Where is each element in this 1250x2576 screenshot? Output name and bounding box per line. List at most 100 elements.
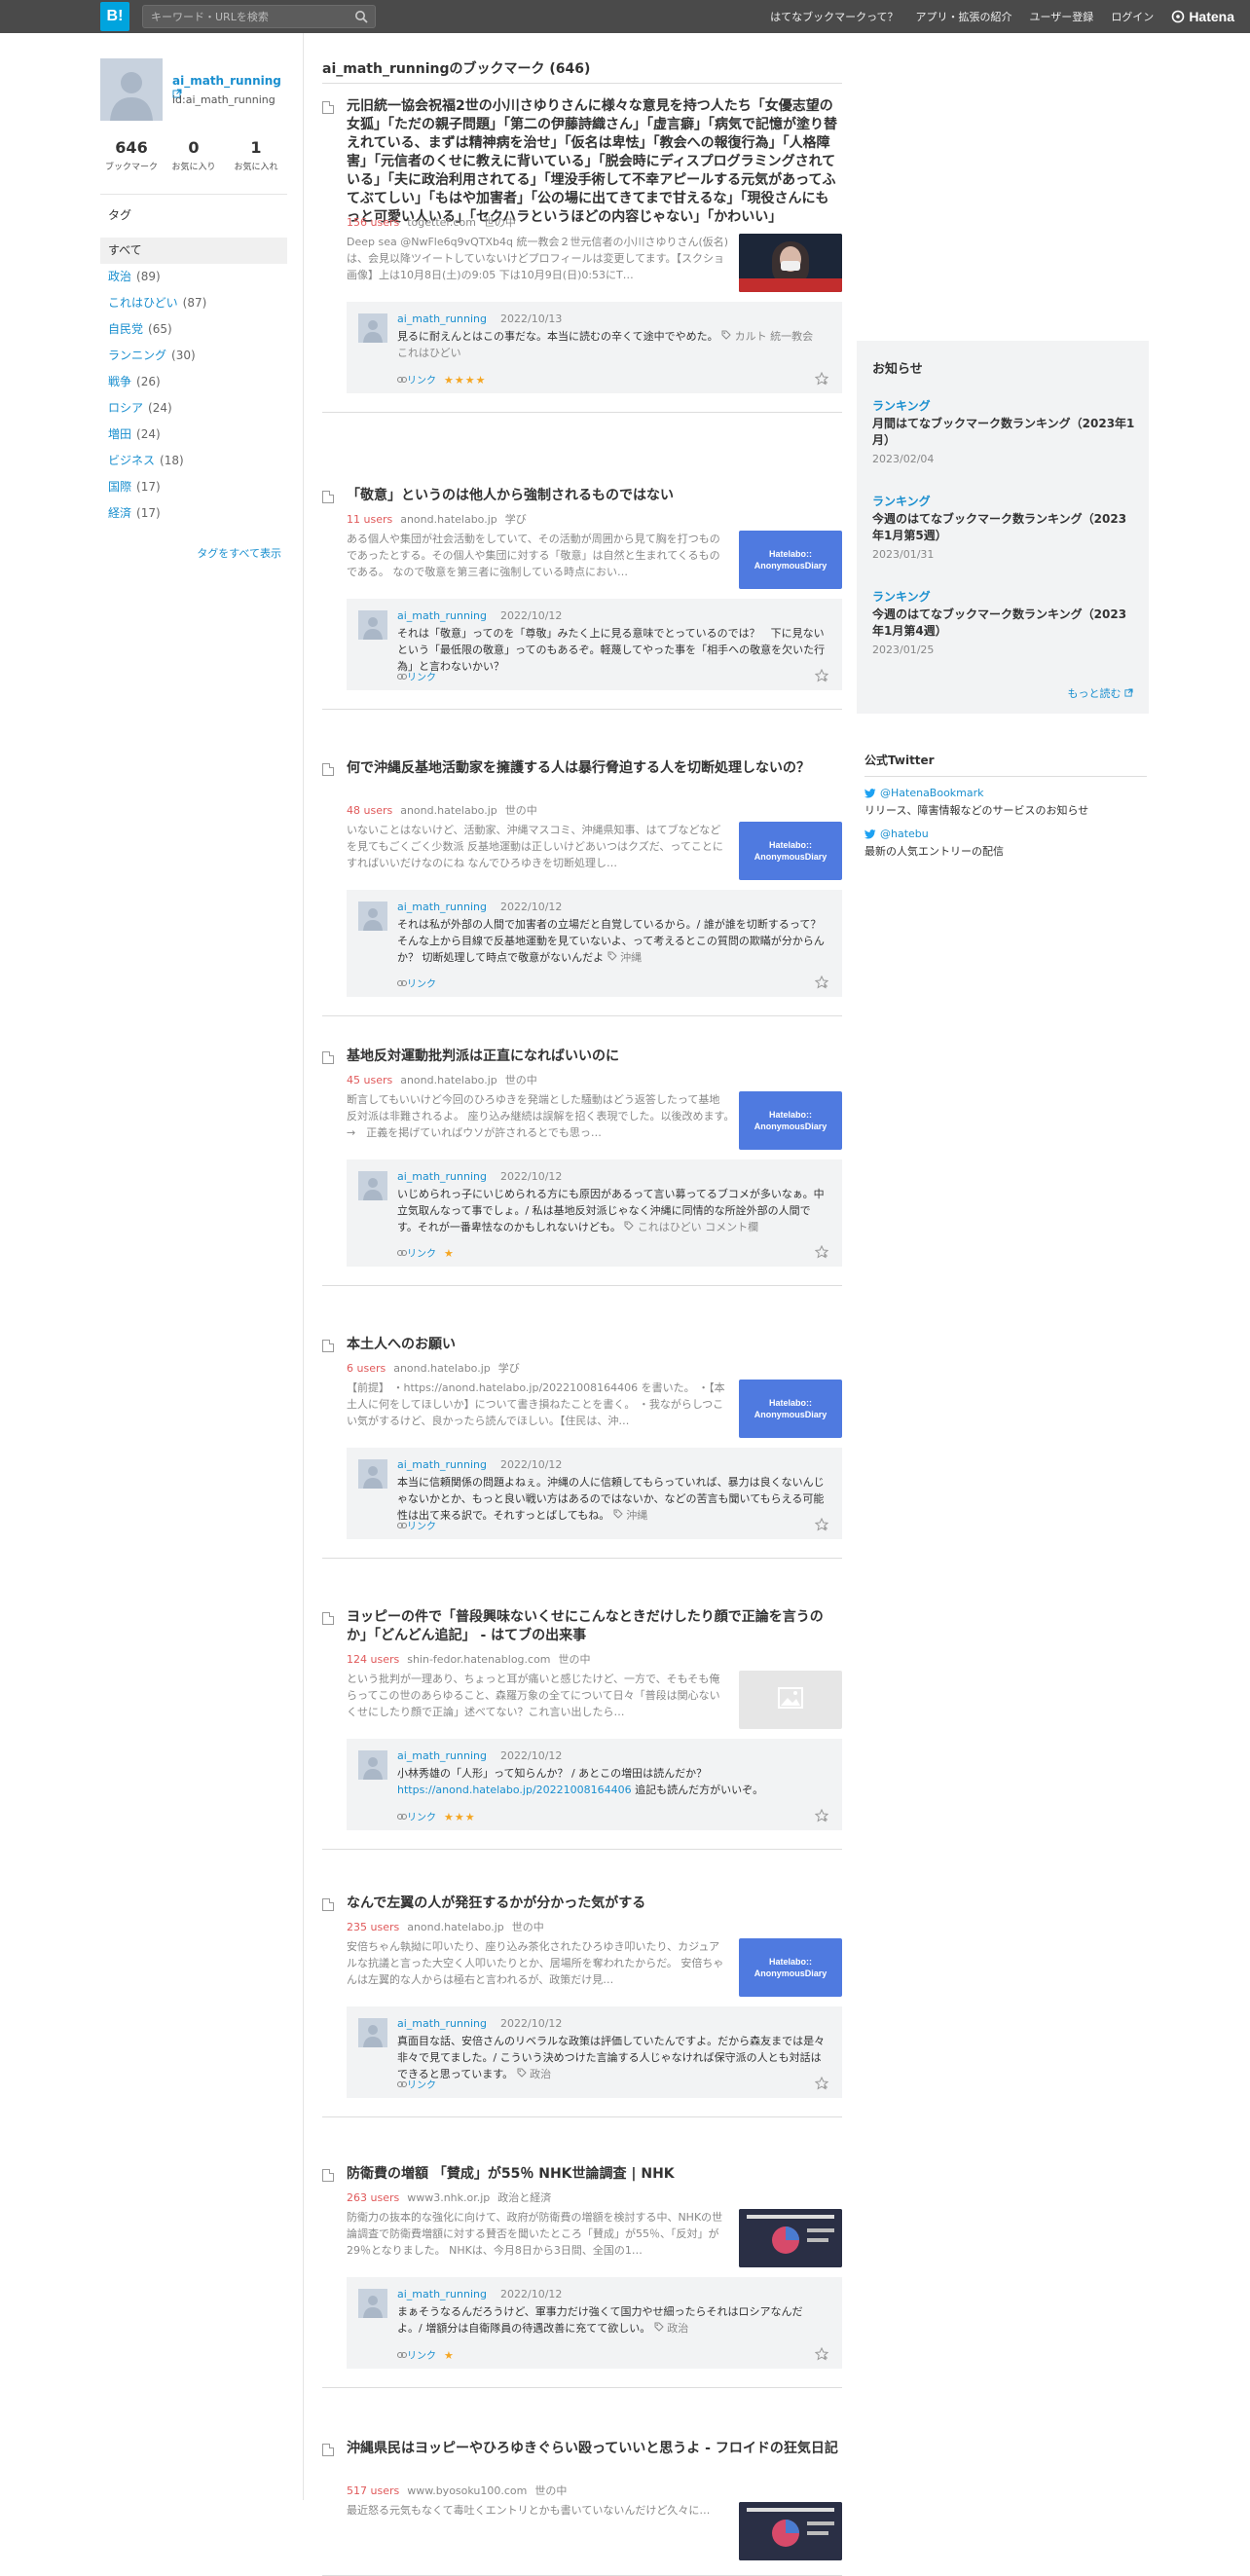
tag-item[interactable]: 国際 (17) <box>100 474 287 500</box>
tag-item[interactable]: ビジネス (18) <box>100 448 287 474</box>
comment-date[interactable]: 2022/10/13 <box>500 313 562 325</box>
commenter-avatar[interactable] <box>358 2018 387 2047</box>
search-box[interactable] <box>142 5 376 28</box>
entry-domain[interactable]: anond.hatelabo.jp <box>393 1362 491 1375</box>
comment-date[interactable]: 2022/10/12 <box>500 1170 562 1183</box>
commenter-name[interactable]: ai_math_running <box>397 2288 487 2300</box>
entry-domain[interactable]: shin-fedor.hatenablog.com <box>407 1653 550 1666</box>
comment-tags[interactable]: 沖縄 <box>613 1509 647 1522</box>
entry-thumbnail[interactable]: Hatelabo:: AnonymousDiary <box>739 1938 842 1997</box>
show-all-tags-link[interactable]: タグをすべて表示 <box>197 545 281 561</box>
entry-thumbnail[interactable] <box>739 2502 842 2560</box>
stat-bookmarks[interactable]: 646 ブックマーク <box>100 136 163 172</box>
notice-category[interactable]: ランキング <box>872 588 1135 605</box>
entry-users-count[interactable]: 11 users <box>347 513 392 526</box>
entry-thumbnail[interactable] <box>739 2209 842 2267</box>
commenter-name[interactable]: ai_math_running <box>397 901 487 913</box>
comment-permalink[interactable]: リンク <box>397 979 436 990</box>
commenter-name[interactable]: ai_math_running <box>397 1749 487 1762</box>
entry-title-link[interactable]: ヨッピーの件で「普段興味ないくせにこんなときだけしたり顔で正論を言うのか」「どん… <box>347 1608 842 1645</box>
notice-category[interactable]: ランキング <box>872 397 1135 414</box>
star-rating[interactable]: ★★★★ <box>444 374 486 386</box>
tag-item[interactable]: 政治 (89) <box>100 264 287 290</box>
tag-item[interactable]: 経済 (17) <box>100 500 287 527</box>
comment-permalink[interactable]: リンク <box>397 1522 436 1532</box>
entry-category[interactable]: 学び <box>505 513 527 526</box>
entry-thumbnail[interactable]: Hatelabo:: AnonymousDiary <box>739 822 842 880</box>
entry-category[interactable]: 世の中 <box>512 1921 544 1933</box>
comment-date[interactable]: 2022/10/12 <box>500 901 562 913</box>
nav-login[interactable]: ログイン <box>1111 9 1154 24</box>
tag-name[interactable]: 経済 <box>108 506 131 520</box>
tag-name[interactable]: ビジネス <box>108 454 155 467</box>
tag-name[interactable]: ランニング <box>108 349 166 362</box>
entry-users-count[interactable]: 6 users <box>347 1362 386 1375</box>
entry-category[interactable]: 世の中 <box>534 2484 567 2497</box>
entry-category[interactable]: 世の中 <box>484 216 516 229</box>
notice-title[interactable]: 今週のはてなブックマーク数ランキング（2023年1月第4週） <box>872 607 1135 640</box>
search-icon[interactable] <box>354 10 368 23</box>
nav-apps[interactable]: アプリ・拡張の紹介 <box>916 9 1012 24</box>
tag-name[interactable]: 増田 <box>108 427 131 441</box>
hatebu-logo[interactable]: B! <box>100 2 129 31</box>
hatena-brand-link[interactable]: Hatena <box>1171 9 1234 24</box>
add-star-icon[interactable] <box>815 2077 828 2090</box>
comment-tags[interactable]: 政治 <box>517 2068 551 2080</box>
entry-users-count[interactable]: 45 users <box>347 1074 392 1086</box>
tag-item[interactable]: 自民党 (65) <box>100 316 287 343</box>
commenter-name[interactable]: ai_math_running <box>397 609 487 622</box>
read-more-link[interactable]: もっと読む <box>1068 685 1134 701</box>
entry-title-link[interactable]: 本土人へのお願い <box>347 1336 842 1354</box>
add-star-icon[interactable] <box>815 975 828 989</box>
add-star-icon[interactable] <box>815 372 828 386</box>
tag-all[interactable]: すべて <box>100 238 287 264</box>
commenter-avatar[interactable] <box>358 313 387 343</box>
avatar[interactable] <box>100 58 163 121</box>
entry-domain[interactable]: anond.hatelabo.jp <box>400 1074 497 1086</box>
twitter-account-link[interactable]: @hatebu <box>864 828 1147 840</box>
tag-item[interactable]: 増田 (24) <box>100 422 287 448</box>
comment-date[interactable]: 2022/10/12 <box>500 1749 562 1762</box>
comment-permalink[interactable]: リンク <box>397 673 436 683</box>
notice-item[interactable]: ランキング 今週のはてなブックマーク数ランキング（2023年1月第4週） 202… <box>872 588 1135 656</box>
add-star-icon[interactable] <box>815 1518 828 1531</box>
entry-users-count[interactable]: 124 users <box>347 1653 399 1666</box>
comment-tags[interactable]: 政治 <box>654 2322 688 2335</box>
entry-users-count[interactable]: 156 users <box>347 216 399 229</box>
star-rating[interactable]: ★ <box>444 1247 455 1260</box>
entry-title-link[interactable]: 「敬意」というのは他人から強制されるものではない <box>347 487 842 505</box>
commenter-avatar[interactable] <box>358 1459 387 1489</box>
tag-name[interactable]: 自民党 <box>108 322 143 336</box>
tag-name[interactable]: すべて <box>108 243 142 257</box>
tag-name[interactable]: 戦争 <box>108 375 131 388</box>
entry-users-count[interactable]: 517 users <box>347 2484 399 2497</box>
search-input[interactable] <box>151 9 346 24</box>
commenter-avatar[interactable] <box>358 902 387 931</box>
commenter-name[interactable]: ai_math_running <box>397 2017 487 2030</box>
add-star-icon[interactable] <box>815 669 828 682</box>
star-rating[interactable]: ★ <box>444 2349 455 2362</box>
entry-domain[interactable]: anond.hatelabo.jp <box>400 804 497 817</box>
entry-category[interactable]: 政治と経済 <box>497 2191 551 2204</box>
tag-item[interactable]: これはひどい (87) <box>100 290 287 316</box>
notice-item[interactable]: ランキング 今週のはてなブックマーク数ランキング（2023年1月第5週） 202… <box>872 493 1135 561</box>
comment-date[interactable]: 2022/10/12 <box>500 609 562 622</box>
comment-tags[interactable]: これはひどい コメント欄 <box>624 1221 758 1233</box>
add-star-icon[interactable] <box>815 2347 828 2361</box>
entry-domain[interactable]: www3.nhk.or.jp <box>407 2191 490 2204</box>
entry-category[interactable]: 学び <box>498 1362 520 1375</box>
comment-permalink[interactable]: リンク <box>397 2351 436 2362</box>
entry-title-link[interactable]: 元旧統一協会祝福2世の小川さゆりさんに様々な意見を持つ人たち「女優志望の女狐」「… <box>347 97 842 227</box>
entry-category[interactable]: 世の中 <box>505 804 537 817</box>
comment-date[interactable]: 2022/10/12 <box>500 2288 562 2300</box>
entry-users-count[interactable]: 48 users <box>347 804 392 817</box>
add-star-icon[interactable] <box>815 1809 828 1822</box>
entry-domain[interactable]: togetter.com <box>407 216 476 229</box>
nav-about[interactable]: はてなブックマークって？ <box>770 9 898 24</box>
comment-permalink[interactable]: リンク <box>397 1813 436 1823</box>
entry-thumbnail[interactable] <box>739 1671 842 1729</box>
comment-date[interactable]: 2022/10/12 <box>500 1458 562 1471</box>
tag-name[interactable]: これはひどい <box>108 296 178 310</box>
notice-title[interactable]: 今週のはてなブックマーク数ランキング（2023年1月第5週） <box>872 511 1135 544</box>
comment-permalink[interactable]: リンク <box>397 376 436 386</box>
